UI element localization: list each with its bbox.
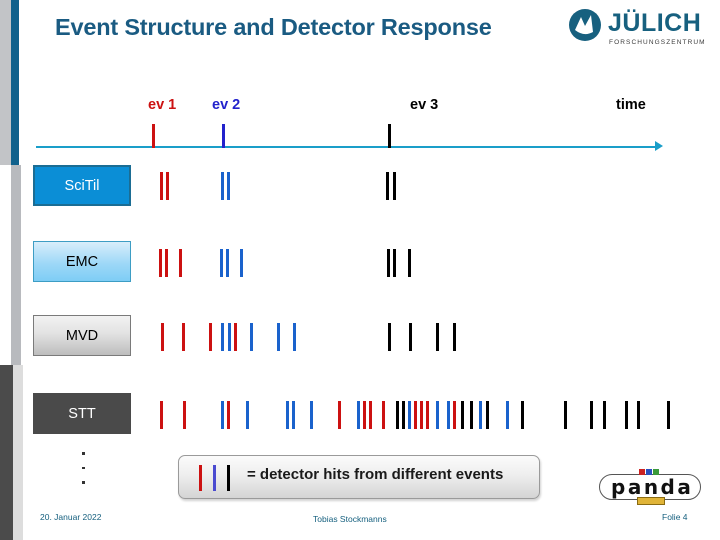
timeline-label-ev-3: ev 3	[410, 97, 439, 113]
timeline-label-ev-1: ev 1	[148, 97, 177, 113]
detector-hit	[286, 401, 289, 429]
detector-hit	[470, 401, 473, 429]
vertical-ellipsis	[82, 452, 86, 496]
detector-hit	[369, 401, 372, 429]
detector-hit	[165, 249, 168, 277]
detector-hit	[166, 172, 169, 200]
page-title: Event Structure and Detector Response	[55, 14, 492, 40]
detector-hit	[160, 172, 163, 200]
detector-hit	[590, 401, 593, 429]
detector-hit	[292, 401, 295, 429]
detector-hit	[409, 323, 412, 351]
timeline-label-ev-2: ev 2	[212, 97, 241, 113]
detector-hit	[461, 401, 464, 429]
detector-hit	[414, 401, 417, 429]
timeline-tick-ev-1	[152, 124, 155, 148]
detector-hit	[246, 401, 249, 429]
detector-hit	[293, 323, 296, 351]
legend-hit-bars	[199, 465, 239, 491]
detector-hit	[363, 401, 366, 429]
detector-hit	[240, 249, 243, 277]
detector-hit	[221, 401, 224, 429]
julich-wordmark: JÜLICH	[608, 9, 702, 37]
legend-hit-bar	[227, 465, 230, 491]
detector-hit	[393, 172, 396, 200]
detector-hit	[227, 401, 230, 429]
detector-hit	[388, 323, 391, 351]
detector-hit	[426, 401, 429, 429]
detector-hit	[338, 401, 341, 429]
detector-hit	[603, 401, 606, 429]
panda-logo: panda	[597, 466, 703, 508]
timeline-arrow-icon	[655, 141, 663, 151]
footer-page: Folie 4	[662, 512, 688, 522]
detector-hit	[420, 401, 423, 429]
detector-hit	[220, 249, 223, 277]
julich-logo: JÜLICH FORSCHUNGSZENTRUM	[568, 6, 716, 54]
detector-hit	[667, 401, 670, 429]
legend-box: = detector hits from different events	[178, 455, 540, 499]
panda-wordmark: panda	[611, 475, 694, 499]
detector-box-mvd: MVD	[33, 315, 131, 356]
detector-box-stt: STT	[33, 393, 131, 434]
detector-hit	[221, 172, 224, 200]
detector-hit	[226, 249, 229, 277]
detector-box-emc: EMC	[33, 241, 131, 282]
detector-hit	[447, 401, 450, 429]
timeline-tick-ev-2	[222, 124, 225, 148]
detector-hit	[160, 401, 163, 429]
footer-date: 20. Januar 2022	[40, 512, 102, 522]
julich-swoosh-icon	[569, 9, 601, 41]
legend-hit-bar	[199, 465, 202, 491]
detector-hit	[382, 401, 385, 429]
detector-hit	[221, 323, 224, 351]
timeline-label-time: time	[616, 97, 646, 113]
detector-hit	[521, 401, 524, 429]
detector-hit	[506, 401, 509, 429]
detector-hit	[386, 172, 389, 200]
detector-hit	[277, 323, 280, 351]
detector-hit	[179, 249, 182, 277]
legend-hit-bar	[213, 465, 216, 491]
detector-hit	[159, 249, 162, 277]
detector-hit	[234, 323, 237, 351]
detector-hit	[227, 172, 230, 200]
detector-hit	[209, 323, 212, 351]
detector-hit	[396, 401, 399, 429]
detector-hit	[228, 323, 231, 351]
detector-hit	[453, 323, 456, 351]
legend-label: = detector hits from different events	[247, 466, 504, 483]
detector-hit	[402, 401, 405, 429]
detector-hit	[183, 401, 186, 429]
detector-hit	[486, 401, 489, 429]
left-strip-lightgray-bottom	[13, 365, 23, 540]
detector-box-scitil: SciTil	[33, 165, 131, 206]
detector-hit	[408, 401, 411, 429]
detector-hit	[564, 401, 567, 429]
timeline-axis	[36, 146, 660, 148]
detector-hit	[182, 323, 185, 351]
left-strip-teal	[11, 0, 19, 165]
detector-hit	[393, 249, 396, 277]
detector-hit	[453, 401, 456, 429]
detector-hit	[637, 401, 640, 429]
slide-canvas: Event Structure and Detector Response JÜ…	[0, 0, 720, 540]
detector-hit	[625, 401, 628, 429]
timeline-tick-ev-3	[388, 124, 391, 148]
detector-hit	[436, 401, 439, 429]
detector-hit	[250, 323, 253, 351]
detector-hit	[408, 249, 411, 277]
left-strip-lightgray-top	[0, 0, 11, 165]
detector-hit	[436, 323, 439, 351]
left-strip-gray-middle	[11, 165, 21, 365]
detector-hit	[161, 323, 164, 351]
detector-hit	[387, 249, 390, 277]
footer-author: Tobias Stockmanns	[313, 514, 387, 524]
julich-subtitle: FORSCHUNGSZENTRUM	[609, 39, 706, 46]
left-strip-darkgray-bottom	[0, 365, 13, 540]
detector-hit	[310, 401, 313, 429]
detector-hit	[479, 401, 482, 429]
detector-hit	[357, 401, 360, 429]
